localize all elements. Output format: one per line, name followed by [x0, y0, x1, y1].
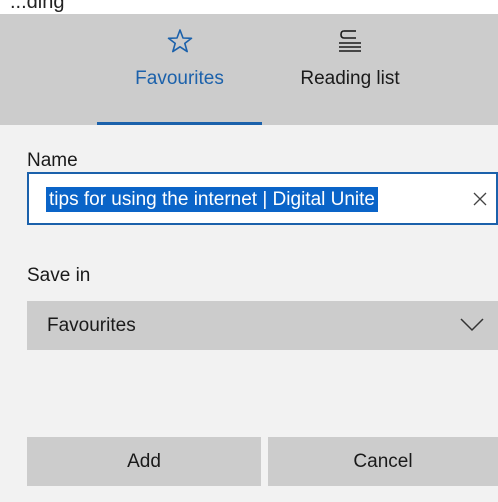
reading-list-icon — [270, 26, 430, 56]
tab-favourites-label: Favourites — [135, 68, 224, 89]
save-in-selected-value: Favourites — [47, 315, 136, 336]
top-strip: ...ding — [0, 0, 498, 14]
tab-reading-list[interactable]: Reading list — [270, 14, 430, 125]
name-input-value[interactable]: tips for using the internet | Digital Un… — [46, 187, 378, 212]
top-strip-text: ...ding — [10, 0, 65, 13]
name-input[interactable]: tips for using the internet | Digital Un… — [27, 172, 498, 225]
tab-favourites[interactable]: Favourites — [97, 14, 262, 125]
cancel-button[interactable]: Cancel — [268, 437, 498, 486]
name-label: Name — [27, 150, 78, 171]
add-button[interactable]: Add — [27, 437, 261, 486]
clear-icon[interactable] — [468, 187, 492, 211]
star-outline-icon — [97, 26, 262, 56]
save-in-dropdown[interactable]: Favourites — [27, 301, 498, 350]
add-favourite-panel: Favourites Reading list Name tips for us… — [0, 14, 498, 502]
active-tab-indicator — [97, 122, 262, 125]
save-in-label: Save in — [27, 265, 91, 286]
chevron-down-icon — [460, 317, 484, 333]
tab-bar: Favourites Reading list — [0, 14, 498, 125]
tab-reading-list-label: Reading list — [300, 68, 400, 89]
